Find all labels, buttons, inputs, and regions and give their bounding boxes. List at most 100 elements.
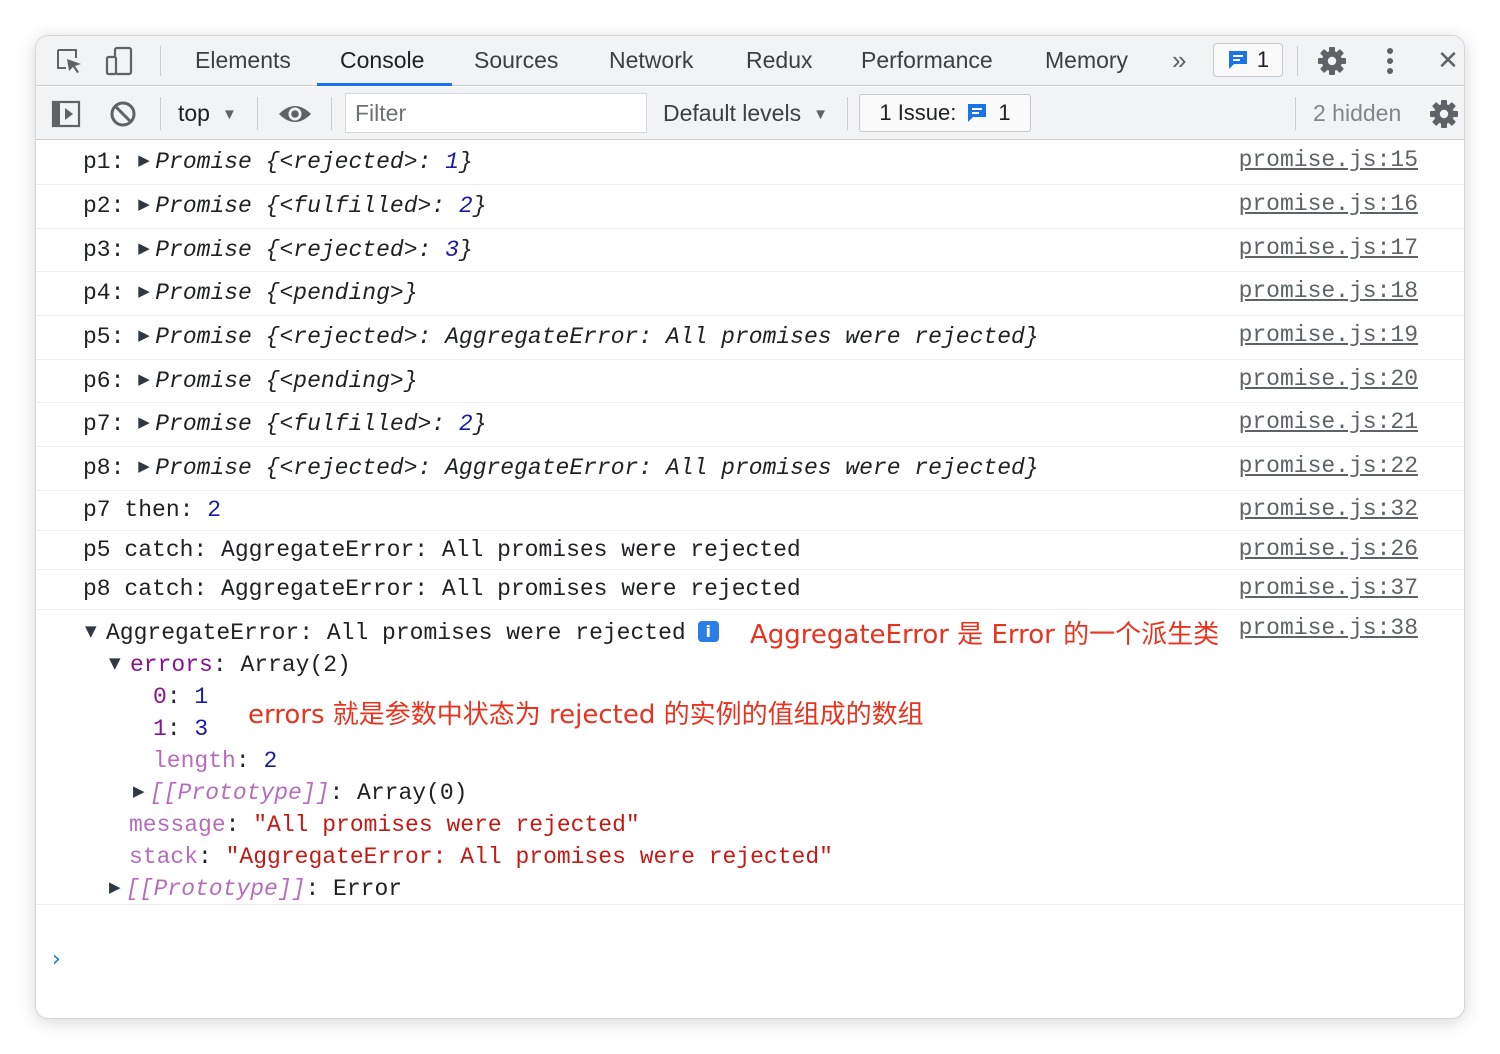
source-link[interactable]: promise.js:20 [1239,366,1418,392]
promise-state: {<rejected>: AggregateError: All promise… [265,324,1039,350]
toolbar-divider [847,97,848,130]
expand-triangle-icon[interactable]: ▶ [138,413,155,431]
property-value: 2 [263,748,278,774]
console-message-row: p1: ▶ Promise {<rejected>: 1} promise.js:… [36,141,1464,185]
object-type[interactable]: Promise [155,280,252,306]
source-link[interactable]: promise.js:18 [1239,278,1418,304]
more-tabs-button[interactable]: » [1172,36,1186,86]
prototype-value: Error [333,876,403,902]
collapse-triangle-icon[interactable]: ▼ [109,654,130,672]
variable-label: p3: [83,237,125,263]
object-type[interactable]: Promise [155,411,252,437]
source-link[interactable]: promise.js:21 [1239,409,1418,435]
variable-label: p5: [83,324,125,350]
tab-sources[interactable]: Sources [474,36,558,86]
annotation-errors-array: errors 就是参数中状态为 rejected 的实例的值组成的数组 [248,700,924,730]
expand-triangle-icon[interactable]: ▶ [138,457,155,475]
device-toolbar-icon[interactable] [102,44,136,78]
context-label: top [178,100,210,126]
log-levels-dropdown[interactable]: Default levels ▼ [663,87,828,140]
tab-memory[interactable]: Memory [1045,36,1128,86]
property-value: "AggregateError: All promises were rejec… [225,844,833,870]
annotation-derived-class: AggregateError 是 Error 的一个派生类 [750,620,1220,650]
expand-triangle-icon[interactable]: ▶ [138,370,155,388]
clear-console-icon[interactable] [107,98,139,130]
source-link[interactable]: promise.js:32 [1239,496,1418,522]
array-value: 1 [194,684,209,710]
source-link[interactable]: promise.js:26 [1239,536,1418,562]
object-type[interactable]: Promise [155,193,252,219]
issues-label: 1 Issue: [879,100,957,125]
expand-triangle-icon[interactable]: ▶ [138,239,155,257]
log-text: p8 catch: AggregateError: All promises w… [83,576,801,602]
variable-label: p2: [83,193,125,219]
context-selector[interactable]: top ▼ [178,87,237,140]
object-type[interactable]: Promise [155,237,252,263]
collapse-triangle-icon[interactable]: ▼ [85,622,106,640]
source-link[interactable]: promise.js:15 [1239,147,1418,173]
source-link[interactable]: promise.js:37 [1239,575,1418,601]
property-key: errors [130,652,213,678]
tab-performance[interactable]: Performance [861,36,993,86]
prototype-key[interactable]: [[Prototype]] [150,780,329,806]
log-value: 2 [207,497,222,523]
close-icon[interactable]: ✕ [1431,44,1464,78]
promise-state: {<pending>} [265,280,418,306]
issues-badge-button[interactable]: 1 [1213,43,1283,77]
tab-elements[interactable]: Elements [195,36,291,86]
toolbar-divider [257,97,258,130]
log-levels-label: Default levels [663,100,802,126]
sidebar-toggle-icon[interactable] [50,98,82,130]
dropdown-caret-icon: ▼ [221,106,237,123]
eye-icon[interactable] [275,98,315,130]
tabbar-divider [1297,46,1298,76]
expand-triangle-icon[interactable]: ▶ [133,782,150,800]
property-value: "All promises were rejected" [253,812,640,838]
issues-button[interactable]: 1 Issue: 1 [859,94,1031,132]
info-icon: i [697,621,719,642]
object-type[interactable]: Promise [155,455,252,481]
console-settings-gear-icon[interactable] [1428,98,1460,130]
object-type[interactable]: Promise [155,324,252,350]
expand-triangle-icon[interactable]: ▶ [138,282,155,300]
tab-network[interactable]: Network [609,36,693,86]
promise-state: {<rejected>: [265,149,446,175]
expand-triangle-icon[interactable]: ▶ [138,151,155,169]
console-message-row: p2: ▶ Promise {<fulfilled>: 2} promise.js… [36,185,1464,229]
expand-triangle-icon[interactable]: ▶ [138,326,155,344]
expand-triangle-icon[interactable]: ▶ [109,878,126,896]
active-tab-indicator [317,83,452,86]
property-key: length [153,748,236,774]
tab-redux[interactable]: Redux [746,36,812,86]
variable-label: p4: [83,280,125,306]
source-link[interactable]: promise.js:38 [1239,615,1418,641]
console-prompt-icon[interactable]: › [52,947,61,972]
source-link[interactable]: promise.js:19 [1239,322,1418,348]
promise-state: {<pending>} [265,368,418,394]
tab-console[interactable]: Console [340,36,424,86]
source-link[interactable]: promise.js:17 [1239,235,1418,261]
object-type[interactable]: Promise [155,368,252,394]
filter-input[interactable] [345,93,647,133]
more-options-icon[interactable] [1373,44,1407,78]
promise-state: {<rejected>: AggregateError: All promise… [265,455,1039,481]
prototype-key[interactable]: [[Prototype]] [126,876,305,902]
variable-label: p7: [83,411,125,437]
toolbar-divider [331,97,332,130]
console-message-row: p5 catch: AggregateError: All promises w… [36,531,1464,570]
tabbar-divider [160,46,161,76]
console-message-row: p8 catch: AggregateError: All promises w… [36,570,1464,610]
property-key: message [129,812,226,838]
object-type[interactable]: Promise [155,149,252,175]
expand-triangle-icon[interactable]: ▶ [138,195,155,213]
source-link[interactable]: promise.js:22 [1239,453,1418,479]
inspect-element-icon[interactable] [52,45,86,77]
hidden-messages-count: 2 hidden [1313,100,1402,126]
devtools-window: Elements Console Sources Network Redux P… [36,36,1464,1018]
promise-tail: } [472,411,487,437]
error-header[interactable]: AggregateError: All promises were reject… [106,620,686,646]
promise-value: 3 [445,237,459,263]
settings-gear-icon[interactable] [1315,44,1349,78]
source-link[interactable]: promise.js:16 [1239,191,1418,217]
array-index: 1 [153,716,167,742]
